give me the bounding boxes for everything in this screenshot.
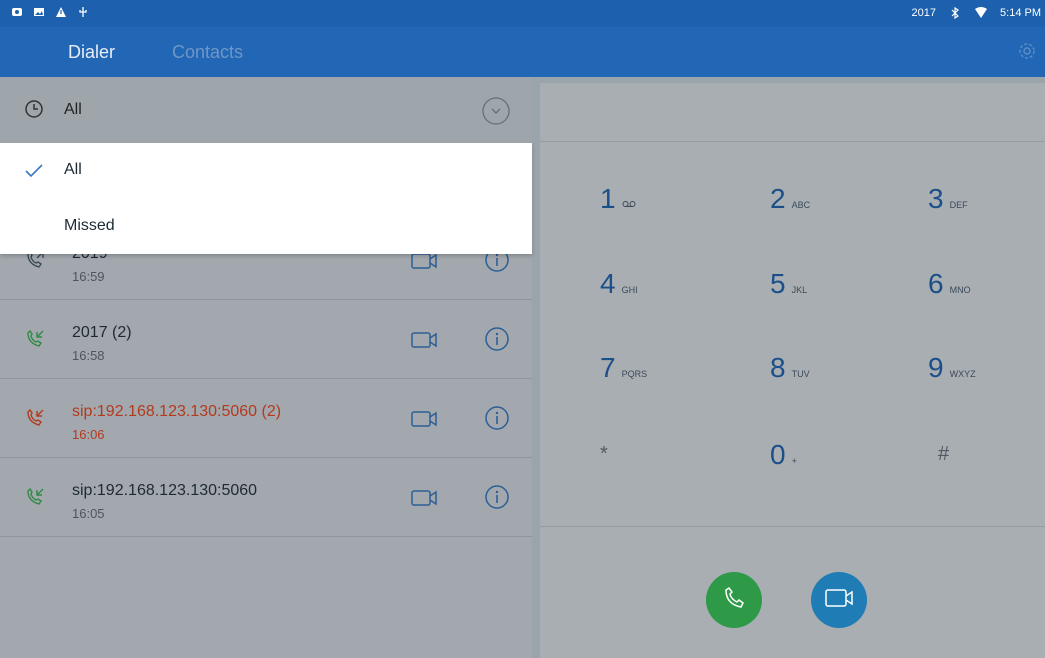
filter-dropdown: All Missed: [0, 143, 532, 254]
call-log-row[interactable]: 2017 (2) 16:58: [0, 300, 532, 379]
key-6[interactable]: 6 MNO: [928, 268, 1045, 308]
info-icon[interactable]: [484, 405, 510, 436]
key-digit: #: [938, 443, 950, 465]
key-digit: 6: [928, 268, 944, 299]
info-icon[interactable]: [484, 484, 510, 515]
key-digit: 5: [770, 268, 786, 299]
key-digit: 0: [770, 439, 786, 470]
call-log-time: 16:05: [72, 506, 105, 521]
key-4[interactable]: 4 GHI: [600, 268, 720, 308]
call-log-name: sip:192.168.123.130:5060: [72, 482, 258, 499]
key-letters: PQRS: [621, 369, 648, 379]
bluetooth-icon: [948, 6, 962, 20]
key-hash[interactable]: #: [938, 443, 1045, 483]
info-icon[interactable]: [484, 326, 510, 357]
video-camera-icon: [823, 586, 855, 615]
key-digit: 9: [928, 352, 944, 383]
voicemail-icon: [622, 200, 636, 210]
key-letters: GHI: [621, 285, 638, 295]
clock-icon: [24, 99, 44, 124]
app-bar: Dialer Contacts: [0, 27, 1045, 77]
key-letters: TUV: [791, 369, 810, 379]
image-icon: [32, 5, 46, 19]
dropdown-item-label: All: [64, 161, 82, 178]
tab-contacts[interactable]: Contacts: [172, 42, 243, 63]
voice-call-button[interactable]: [706, 572, 762, 628]
call-log-name: 2017 (2): [72, 324, 132, 341]
key-9[interactable]: 9 WXYZ: [928, 352, 1045, 392]
video-call-icon[interactable]: [410, 409, 438, 434]
key-2[interactable]: 2 ABC: [770, 183, 890, 223]
keypad: 1 2 ABC 3 DEF 4 GHI 5 JKL 6 MNO 7 PQRS 8…: [540, 141, 1045, 526]
call-log-name: sip:192.168.123.130:5060 (2): [72, 403, 282, 420]
status-left-icons: [10, 5, 90, 19]
filter-label: All: [64, 101, 82, 118]
status-time: 5:14 PM: [1000, 7, 1041, 19]
key-digit: 1: [600, 183, 616, 214]
key-7[interactable]: 7 PQRS: [600, 352, 720, 392]
divider: [540, 526, 1045, 527]
key-letters: DEF: [949, 200, 968, 210]
call-log-row[interactable]: sip:192.168.123.130:5060 (2) 16:06: [0, 379, 532, 458]
status-right: 2017 5:14 PM: [912, 6, 1041, 20]
gear-icon[interactable]: [1017, 41, 1037, 61]
key-letters: ABC: [791, 200, 811, 210]
video-call-icon[interactable]: [410, 488, 438, 513]
key-letters: WXYZ: [949, 369, 976, 379]
key-digit: 8: [770, 352, 786, 383]
wifi-icon: [974, 6, 988, 20]
dropdown-item-missed[interactable]: Missed: [0, 199, 532, 255]
usb-icon: [76, 5, 90, 19]
phone-icon: [720, 584, 748, 617]
key-digit: 3: [928, 183, 944, 214]
filter-bar[interactable]: All: [0, 77, 532, 142]
number-display[interactable]: [540, 83, 1045, 142]
video-call-icon[interactable]: [410, 330, 438, 355]
key-letters: +: [791, 456, 797, 466]
key-letters: JKL: [791, 285, 808, 295]
incoming-call-icon: [24, 486, 46, 513]
key-digit: *: [600, 443, 608, 465]
dropdown-item-all[interactable]: All: [0, 143, 532, 199]
sim-icon: [10, 5, 24, 19]
call-log-time: 16:06: [72, 427, 105, 442]
key-0[interactable]: 0 +: [770, 439, 890, 479]
key-3[interactable]: 3 DEF: [928, 183, 1045, 223]
key-8[interactable]: 8 TUV: [770, 352, 890, 392]
call-log-row[interactable]: sip:192.168.123.130:5060 16:05: [0, 458, 532, 537]
key-digit: 2: [770, 183, 786, 214]
tab-dialer[interactable]: Dialer: [68, 42, 115, 63]
key-digit: 7: [600, 352, 616, 383]
incoming-call-icon: [24, 328, 46, 355]
key-letters: MNO: [949, 285, 971, 295]
status-bar: 2017 5:14 PM: [0, 0, 1045, 27]
missed-call-icon: [24, 407, 46, 434]
check-icon: [24, 163, 44, 184]
call-log-time: 16:59: [72, 269, 105, 284]
status-text: 2017: [911, 7, 937, 19]
key-digit: 4: [600, 268, 616, 299]
dropdown-item-label: Missed: [64, 217, 115, 234]
key-5[interactable]: 5 JKL: [770, 268, 890, 308]
call-log-time: 16:58: [72, 348, 105, 363]
key-star[interactable]: *: [600, 443, 720, 483]
key-1[interactable]: 1: [600, 183, 720, 223]
dialpad-pane: 1 2 ABC 3 DEF 4 GHI 5 JKL 6 MNO 7 PQRS 8…: [540, 83, 1045, 658]
chevron-down-icon[interactable]: [481, 96, 511, 131]
warning-icon: [54, 5, 68, 19]
video-call-button[interactable]: [811, 572, 867, 628]
